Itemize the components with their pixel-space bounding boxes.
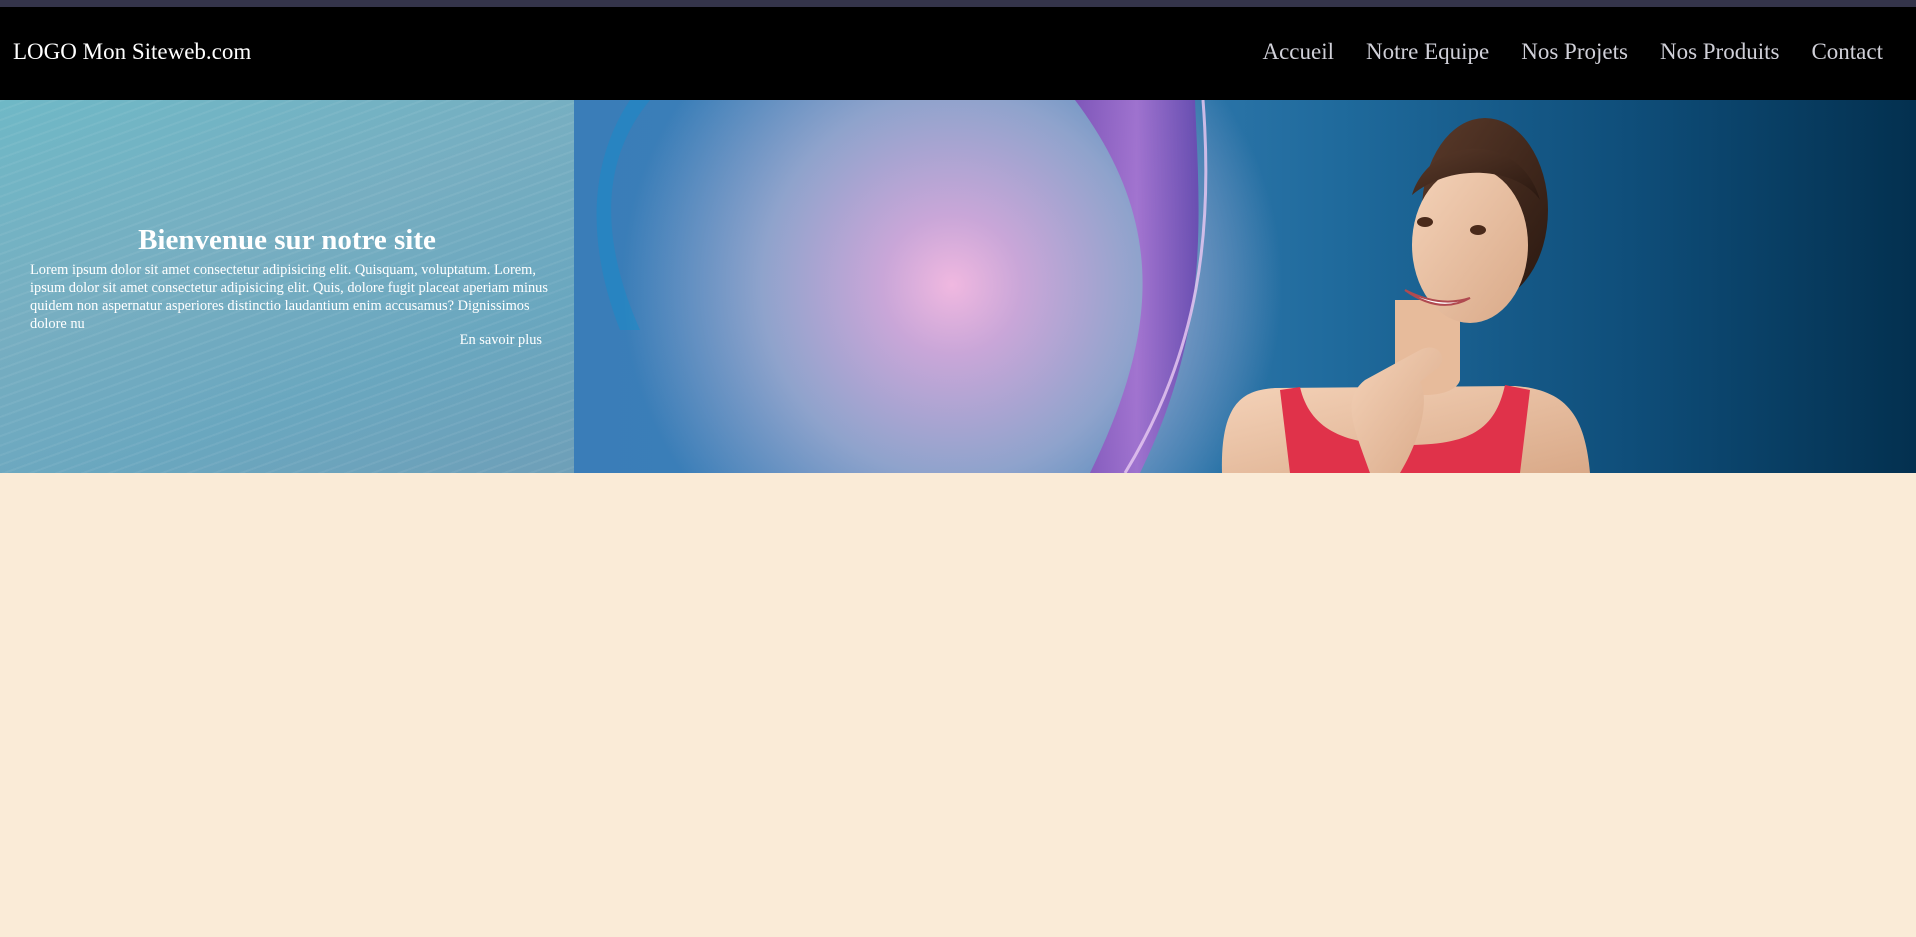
nav-link-products[interactable]: Nos Produits xyxy=(1660,39,1780,65)
hero-title: Bienvenue sur notre site xyxy=(138,224,436,256)
nav-link-team[interactable]: Notre Equipe xyxy=(1366,39,1489,65)
hero-paragraph: Lorem ipsum dolor sit amet consectetur a… xyxy=(30,262,548,332)
main-nav: Accueil Notre Equipe Nos Projets Nos Pro… xyxy=(1262,39,1883,65)
nav-link-home[interactable]: Accueil xyxy=(1262,39,1334,65)
learn-more-link[interactable]: En savoir plus xyxy=(460,332,542,349)
nav-link-projects[interactable]: Nos Projets xyxy=(1521,39,1628,65)
site-logo[interactable]: LOGO Mon Siteweb.com xyxy=(13,39,251,65)
hero-banner: Bienvenue sur notre site Lorem ipsum dol… xyxy=(0,100,1916,473)
site-header: LOGO Mon Siteweb.com Accueil Notre Equip… xyxy=(0,7,1916,100)
nav-link-contact[interactable]: Contact xyxy=(1811,39,1883,65)
top-strip xyxy=(0,0,1916,7)
